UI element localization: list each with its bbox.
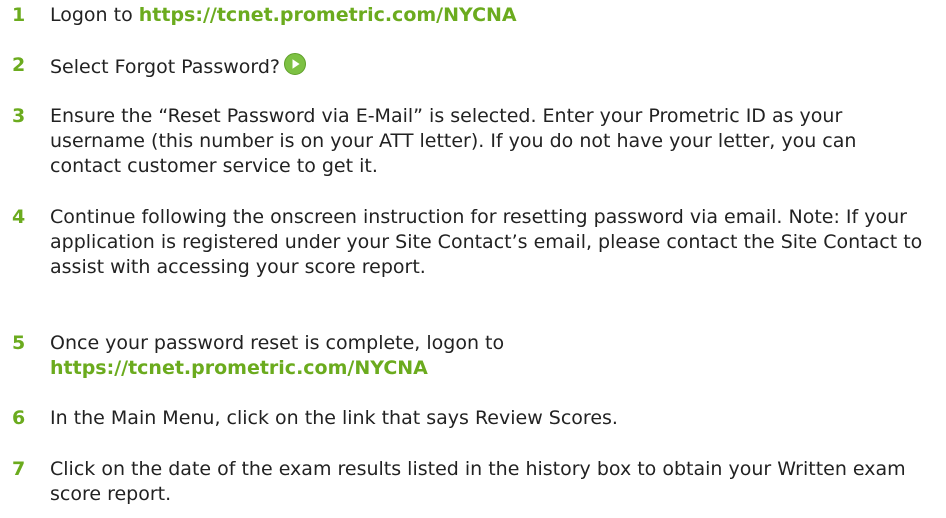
step-text: Select Forgot Password?	[50, 53, 930, 80]
step-text: Continue following the onscreen instruct…	[50, 206, 923, 278]
step-number: 3	[12, 105, 26, 127]
forgot-password-text: Select Forgot Password?	[50, 56, 281, 78]
step-number: 4	[12, 206, 26, 228]
prometric-link[interactable]: https://tcnet.prometric.com/NYCNA	[139, 4, 517, 26]
step-7: 7 Click on the date of the exam results …	[0, 457, 946, 507]
step-number: 2	[12, 54, 26, 76]
step-number: 6	[12, 407, 26, 429]
step-6: 6 In the Main Menu, click on the link th…	[0, 406, 946, 431]
step-4: 4 Continue following the onscreen instru…	[0, 205, 946, 280]
play-icon[interactable]	[284, 53, 307, 75]
step-text-prefix: Once your password reset is complete, lo…	[50, 332, 505, 354]
step-text: Once your password reset is complete, lo…	[50, 331, 930, 381]
step-text-prefix: Logon to	[50, 4, 139, 26]
prometric-link[interactable]: https://tcnet.prometric.com/NYCNA	[50, 357, 428, 379]
step-text: In the Main Menu, click on the link that…	[50, 407, 618, 429]
step-1: 1 Logon to https://tcnet.prometric.com/N…	[0, 3, 946, 28]
step-number: 5	[12, 332, 26, 354]
step-text: Logon to https://tcnet.prometric.com/NYC…	[50, 3, 930, 28]
step-text: Click on the date of the exam results li…	[50, 458, 906, 505]
step-3: 3 Ensure the “Reset Password via E-Mail”…	[0, 104, 946, 179]
step-number: 1	[12, 4, 26, 26]
step-5: 5 Once your password reset is complete, …	[0, 331, 946, 381]
step-number: 7	[12, 458, 26, 480]
step-text: Ensure the “Reset Password via E-Mail” i…	[50, 105, 857, 177]
step-2: 2 Select Forgot Password?	[0, 53, 946, 80]
